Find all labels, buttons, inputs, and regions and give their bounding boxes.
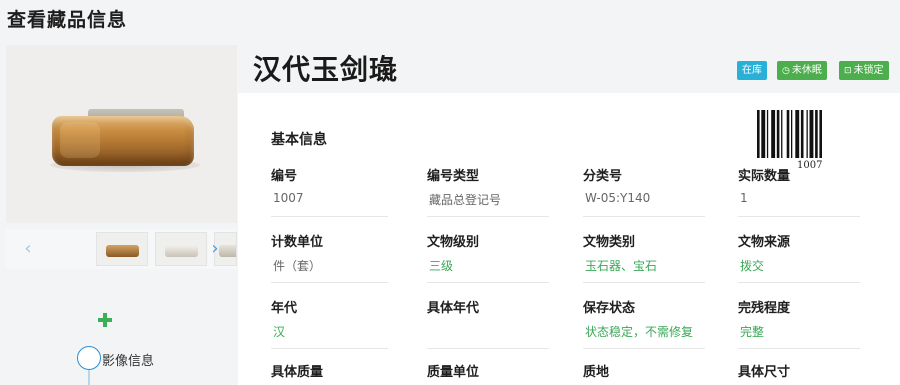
thumbnail-1[interactable] [96,232,148,266]
field-actual-quantity: 实际数量 1 [738,165,860,217]
info-panel: 基本信息 1007 编号 1007 编号类型 藏品总登记号 分类号 W-05:Y… [238,93,900,385]
status-badge-in-stock: 在库 [737,61,767,80]
field-label: 计数单位 [271,235,324,250]
divider [271,216,388,217]
lock-icon: ⊡ [844,66,852,76]
plus-icon[interactable] [98,313,112,327]
field-value: 完整 [740,325,765,339]
divider [738,348,860,349]
status-badge-not-dormant: ◷ 未休眠 [777,61,827,80]
clock-icon: ◷ [782,66,790,76]
field-relic-category: 文物类别 玉石器、宝石 [583,231,705,283]
divider [583,282,705,283]
divider [738,216,860,217]
field-label: 编号 [271,169,298,184]
divider [427,216,549,217]
status-badge-not-locked: ⊡ 未锁定 [839,61,889,80]
page-title: 查看藏品信息 [7,9,128,31]
thumbnail-2[interactable] [155,232,207,266]
divider [583,348,705,349]
field-specific-era: 具体年代 [427,297,549,349]
field-relic-grade: 文物级别 三级 [427,231,549,283]
chevron-left-icon[interactable]: ‹ [18,237,38,261]
field-value [427,323,549,341]
field-value: 状态稳定，不需修复 [585,325,694,339]
field-value: 三级 [429,259,454,273]
field-value: 汉 [273,325,286,339]
field-label: 具体质量 [271,365,324,380]
field-label: 质量单位 [427,365,480,380]
field-value: 拨交 [740,259,765,273]
field-value: 件（套） [273,259,322,273]
barcode [757,110,822,158]
section-title-basic-info: 基本信息 [271,132,327,148]
field-number-type: 编号类型 藏品总登记号 [427,165,549,217]
field-specific-size: 具体尺寸 [738,361,860,380]
field-value: 1 [740,191,748,205]
thumbnail-strip: ‹ › [6,229,237,269]
field-value: W-05:Y140 [585,191,651,205]
field-preservation-status: 保存状态 状态稳定，不需修复 [583,297,705,349]
field-value: 玉石器、宝石 [585,259,658,273]
main-photo[interactable] [6,45,237,223]
field-label: 编号类型 [427,169,480,184]
badge-label: 未锁定 [853,65,884,76]
field-label: 文物类别 [583,235,636,250]
badge-label: 在库 [742,65,762,76]
field-label: 具体尺寸 [738,365,791,380]
badge-label: 未休眠 [791,65,822,76]
field-label: 完残程度 [738,301,791,316]
field-label: 文物来源 [738,235,791,250]
field-label: 文物级别 [427,235,480,250]
timeline-line [88,370,90,385]
field-relic-source: 文物来源 拨交 [738,231,860,283]
field-classification: 分类号 W-05:Y140 [583,165,705,217]
divider [271,282,388,283]
jade-object [52,116,194,166]
field-count-unit: 计数单位 件（套） [271,231,388,283]
field-label: 实际数量 [738,169,791,184]
field-label: 分类号 [583,169,623,184]
divider [427,282,549,283]
item-title: 汉代玉剑璏 [253,53,399,86]
timeline-label-media[interactable]: 影像信息 [102,350,154,369]
divider [271,348,388,349]
field-material: 质地 [583,361,705,380]
divider [583,216,705,217]
divider [738,282,860,283]
chevron-right-icon[interactable]: › [205,237,225,261]
field-label: 保存状态 [583,301,636,316]
field-mass-unit: 质量单位 [427,361,549,380]
field-specific-mass: 具体质量 [271,361,388,380]
timeline-node [77,346,101,370]
field-era: 年代 汉 [271,297,388,349]
field-number: 编号 1007 [271,165,388,217]
field-value: 1007 [273,191,304,205]
field-label: 质地 [583,365,610,380]
field-value: 藏品总登记号 [429,193,502,207]
field-label: 具体年代 [427,301,480,316]
divider [427,348,549,349]
field-completeness: 完残程度 完整 [738,297,860,349]
field-label: 年代 [271,301,298,316]
